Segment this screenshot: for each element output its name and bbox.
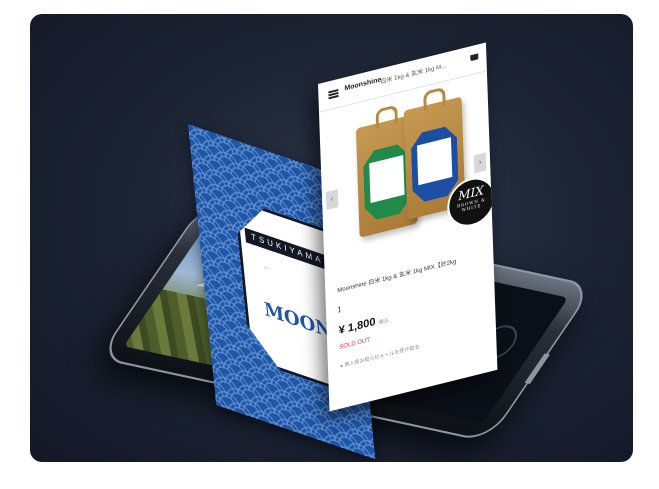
next-image-button[interactable]: › [473, 152, 487, 174]
product-price: ¥ 1,800 [338, 315, 376, 337]
prev-image-button[interactable]: ‹ [325, 189, 339, 210]
product-page-card: Moonshine 白米 1kg & 玄米 1kg M... ‹ › MIX B… [318, 42, 498, 412]
showcase-card: TSUKIYAMA ... MOON Moonshine 白米 1kg & 玄米… [30, 14, 633, 462]
product-title-suffix: 】 [337, 306, 345, 315]
hamburger-menu-icon[interactable] [328, 88, 339, 100]
breadcrumb: 白米 1kg & 玄米 1kg M... [380, 63, 447, 86]
cart-icon[interactable] [470, 53, 479, 62]
shop-name[interactable]: Moonshine [344, 76, 381, 92]
stock-status: SOLD OUT [339, 337, 371, 351]
label-inner [369, 154, 405, 204]
product-title: Moonshine 白米 1kg & 玄米 1kg MIX【計2kg [337, 258, 457, 295]
price-tax-label: 税込 [378, 317, 389, 327]
label-inner [416, 137, 453, 186]
restock-notice-link[interactable]: ● 再入荷お知らせメールを受け取る [340, 326, 488, 370]
bag-handle [375, 104, 399, 129]
mockup-stage: TSUKIYAMA ... MOON Moonshine 白米 1kg & 玄米… [30, 14, 633, 462]
bag-handle [423, 86, 446, 111]
